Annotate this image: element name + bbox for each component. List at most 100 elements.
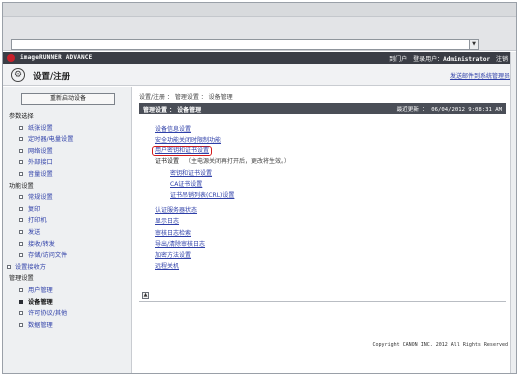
main-content: 设置/注册 ： 管理设置 ： 设备管理 管理设置 ： 设备管理 最近更新 ： 0… — [133, 87, 516, 373]
link-row: 导出/清除审核日志 — [155, 239, 495, 250]
sidebar-item[interactable]: 发送 — [3, 227, 131, 239]
sidebar-item-label: 发送 — [28, 228, 41, 236]
sidebar-bullet-icon — [19, 287, 23, 292]
link-label: CA证书设置 — [170, 180, 203, 188]
cert-settings-heading: 证书设置 （主电源关闭再打开后，更改将生效。） — [155, 156, 495, 167]
sidebar-bullet-icon — [19, 311, 23, 316]
link-row: CA证书设置 — [155, 179, 495, 190]
sidebar-item-label: 存储/访问文件 — [28, 252, 68, 260]
last-updated: 最近更新 ： 06/04/2012 9:08:31 AM — [396, 107, 502, 113]
sidebar-bullet-icon — [19, 322, 23, 327]
browser-toolbar: ▼ — [3, 3, 516, 51]
link-label: 导出/清除审核日志 — [155, 240, 206, 248]
link-label: 用户密钥和证书设置 — [155, 147, 210, 155]
sidebar-item[interactable]: 常规设置 — [3, 192, 131, 204]
sidebar-item[interactable]: 数据管理 — [3, 320, 131, 332]
sidebar-item[interactable]: 打印机 — [3, 215, 131, 227]
address-dropdown-icon[interactable]: ▼ — [469, 40, 478, 49]
link-label: 设备信息设置 — [155, 126, 192, 133]
link-row: 加密方法设置 — [155, 250, 495, 261]
sidebar-bullet-icon — [19, 160, 23, 165]
sidebar-bullet-icon — [7, 264, 11, 269]
settings-link[interactable]: 安全功能关闭时限制功能 — [155, 135, 495, 146]
sidebar-section-1: 功能设置 — [3, 181, 131, 193]
link-row: 认证服务器状态 — [155, 205, 495, 216]
scroll-top-icon[interactable]: ▲ — [142, 292, 149, 299]
link-label: 安全功能关闭时限制功能 — [155, 137, 222, 145]
sidebar-item-label: 网络设置 — [28, 147, 53, 155]
link-row: 远程关机 — [155, 261, 495, 272]
link-row: 审核日志检索 — [155, 228, 495, 239]
email-admin-link[interactable]: 发送邮件到系统管理员 — [450, 71, 510, 80]
settings-link[interactable]: 密钥和证书设置 — [155, 168, 495, 179]
sidebar-bullet-icon — [19, 137, 23, 142]
settings-link[interactable]: 证书吊销列表(CRL)设置 — [155, 190, 495, 201]
link-row: 密钥和证书设置 — [155, 168, 495, 179]
sidebar-bullet-icon — [19, 148, 23, 153]
sidebar-item-label: 用户管理 — [28, 286, 53, 294]
sidebar-item[interactable]: 设备管理 — [3, 297, 131, 309]
sidebar-item[interactable]: 许可协议/其他 — [3, 308, 131, 320]
settings-link[interactable]: 审核日志检索 — [155, 228, 495, 239]
sidebar-item[interactable]: 外部接口 — [3, 157, 131, 169]
sidebar-bullet-icon — [19, 171, 23, 176]
link-row: 证书设置 （主电源关闭再打开后，更改将生效。） — [155, 156, 495, 167]
sidebar-item-label: 复印 — [28, 205, 41, 213]
login-user-value: Administrator — [443, 56, 491, 63]
sidebar-item[interactable]: 网络设置 — [3, 146, 131, 158]
link-row: 安全功能关闭时限制功能 — [155, 135, 495, 146]
sidebar-item-label: 设备管理 — [28, 298, 53, 306]
settings-link[interactable]: 远程关机 — [155, 261, 495, 272]
link-row: 显示日志 — [155, 216, 495, 227]
sidebar-bullet-icon — [19, 253, 23, 258]
sidebar-item[interactable]: 音量设置 — [3, 169, 131, 181]
portal-link[interactable]: 到门户 — [389, 56, 407, 63]
sidebar-bullet-icon — [19, 241, 23, 246]
copyright: Copyright CANON INC. 2012 All Rights Res… — [372, 342, 508, 348]
sidebar-item[interactable]: 存储/访问文件 — [3, 250, 131, 262]
link-label: 密钥和证书设置 — [170, 169, 213, 177]
settings-link-list: 设备信息设置安全功能关闭时限制功能 用户密钥和证书设置 证书设置 （主电源关闭再打开后… — [152, 124, 495, 272]
sidebar-section-label: 功能设置 — [9, 182, 34, 190]
settings-link[interactable]: 导出/清除审核日志 — [155, 239, 495, 250]
sidebar-section-label: 参数选择 — [9, 113, 34, 120]
page-scrollbar[interactable] — [510, 52, 516, 373]
sidebar-bullet-icon — [19, 195, 23, 200]
settings-link[interactable]: 加密方法设置 — [155, 250, 495, 261]
sidebar-item-label: 纸张设置 — [28, 124, 53, 132]
sidebar-item[interactable]: 复印 — [3, 204, 131, 216]
settings-link[interactable]: 显示日志 — [155, 216, 495, 227]
sidebar-section-0: 参数选择 — [3, 111, 131, 123]
link-row: 证书吊销列表(CRL)设置 — [155, 190, 495, 201]
sidebar-section-2[interactable]: 设置接收方 — [3, 262, 131, 274]
user-key-cert-settings-link[interactable]: 用户密钥和证书设置 — [152, 146, 213, 157]
page-title: 设置/注册 — [33, 72, 71, 82]
settings-link[interactable]: CA证书设置 — [155, 179, 495, 190]
settings-gear-icon: ⚙ — [11, 68, 25, 82]
link-label: 显示日志 — [155, 218, 180, 226]
sidebar-item-label: 打印机 — [28, 217, 47, 225]
settings-link[interactable]: 认证服务器状态 — [155, 205, 495, 216]
sidebar-item-label: 音量设置 — [28, 170, 53, 178]
sidebar-item[interactable]: 接收/转发 — [3, 239, 131, 251]
restart-device-button[interactable]: 重新启动设备 — [21, 93, 115, 105]
sidebar-item-label: 数据管理 — [28, 321, 53, 329]
sidebar-item[interactable]: 用户管理 — [3, 285, 131, 297]
sidebar-bullet-icon — [19, 229, 23, 234]
sidebar-item[interactable]: 纸张设置 — [3, 123, 131, 135]
login-user-label: 登录用户： — [413, 56, 444, 63]
logout-link[interactable]: 注销 — [496, 56, 508, 63]
sidebar-bullet-icon — [19, 125, 23, 130]
sidebar-bullet-icon — [19, 299, 23, 304]
sidebar-section-label: 管理设置 — [9, 275, 34, 283]
sidebar-bullet-icon — [19, 218, 23, 223]
link-label: 加密方法设置 — [155, 251, 192, 259]
sidebar-section-label: 设置接收方 — [15, 263, 46, 271]
brand-name: imageRUNNER ADVANCE — [20, 54, 93, 61]
sidebar-item[interactable]: 定时器/电量设置 — [3, 134, 131, 146]
settings-link[interactable]: 设备信息设置 — [155, 124, 495, 135]
header-user-area: 到门户 登录用户：Administrator 注销 — [385, 54, 508, 63]
address-bar[interactable]: ▼ — [11, 39, 479, 50]
restart-note: （主电源关闭再打开后，更改将生效。） — [185, 158, 291, 166]
browser-window: ▼ imageRUNNER ADVANCE 到门户 登录用户：Administr… — [2, 2, 517, 374]
